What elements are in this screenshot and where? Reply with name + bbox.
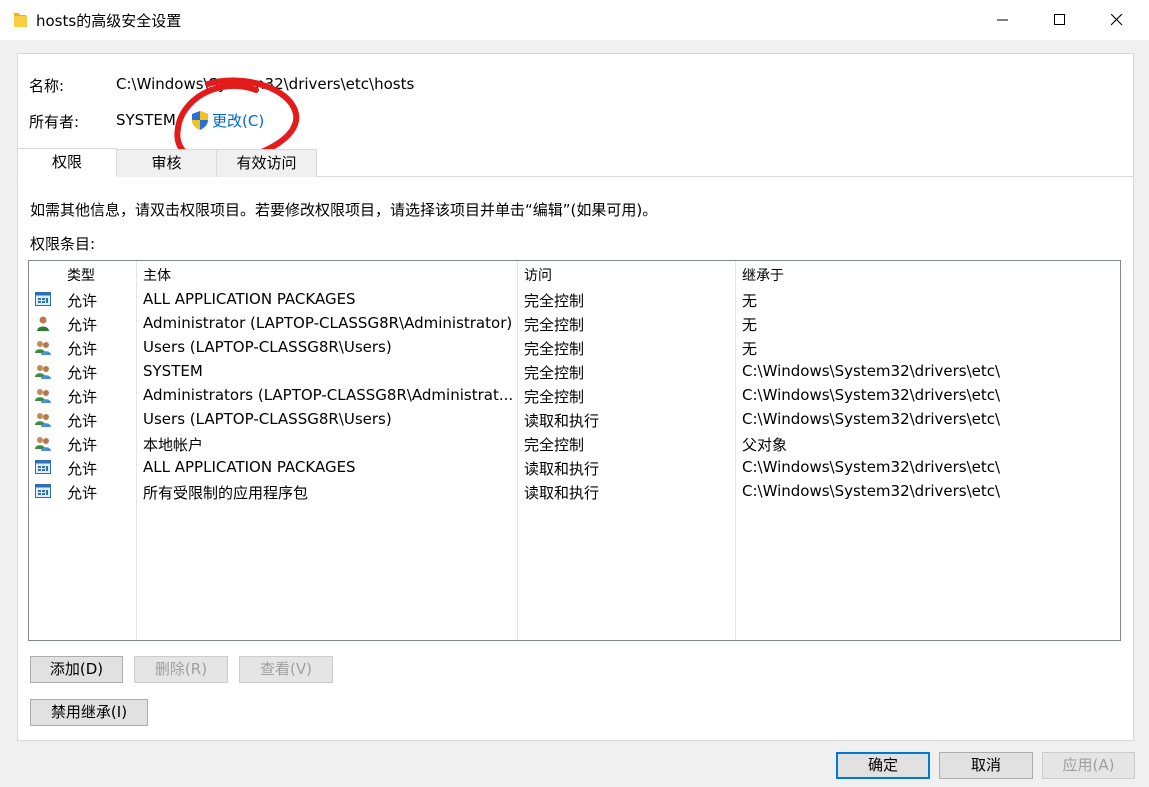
owner-label: 所有者: — [29, 113, 80, 131]
group-icon — [35, 387, 51, 403]
entry-type: 允许 — [67, 292, 98, 310]
remove-button[interactable]: 删除(R) — [134, 656, 228, 683]
app-package-icon — [35, 483, 51, 499]
column-header-inherited-from[interactable]: 继承于 — [742, 265, 784, 285]
owner-value: SYSTEM — [116, 111, 176, 129]
permission-row[interactable]: 允许 Administrators (LAPTOP-CLASSG8R\Admini… — [29, 383, 1120, 407]
tab-auditing[interactable]: 审核 — [116, 149, 217, 177]
permission-row[interactable]: 允许 Users (LAPTOP-CLASSG8R\Users) 完全控制 无 — [29, 335, 1120, 359]
cancel-button[interactable]: 取消 — [939, 752, 1033, 779]
entry-type: 允许 — [67, 460, 98, 478]
entry-inherited-from: C:\Windows\System32\drivers\etc\ — [742, 482, 1001, 500]
group-icon — [35, 411, 51, 427]
entry-principal: ALL APPLICATION PACKAGES — [143, 290, 356, 308]
title-bar: hosts的高级安全设置 — [0, 0, 1149, 40]
entry-access: 读取和执行 — [524, 484, 600, 502]
permission-row[interactable]: 允许 Administrator (LAPTOP-CLASSG8R\Adminis… — [29, 311, 1120, 335]
entry-type: 允许 — [67, 340, 98, 358]
entry-inherited-from: 父对象 — [742, 436, 788, 454]
permission-entries-list[interactable]: 类型 主体 访问 继承于 允许 ALL APPLICATION PACKAGES 完… — [28, 260, 1121, 641]
entry-access: 完全控制 — [524, 340, 585, 358]
entry-access: 完全控制 — [524, 436, 585, 454]
entry-principal: 本地帐户 — [143, 436, 204, 454]
maximize-button[interactable] — [1033, 0, 1087, 40]
maximize-icon — [1054, 14, 1065, 25]
ok-button[interactable]: 确定 — [836, 752, 930, 779]
permission-row[interactable]: 允许 SYSTEM 完全控制 C:\Windows\System32\drivers\… — [29, 359, 1120, 383]
entry-type: 允许 — [67, 436, 98, 454]
entry-inherited-from: C:\Windows\System32\drivers\etc\ — [742, 410, 1001, 428]
name-label: 名称: — [29, 77, 65, 95]
close-button[interactable] — [1090, 0, 1144, 40]
entry-principal: ALL APPLICATION PACKAGES — [143, 458, 356, 476]
entry-inherited-from: 无 — [742, 316, 758, 334]
tab-effective-access[interactable]: 有效访问 — [216, 149, 317, 177]
entry-type: 允许 — [67, 388, 98, 406]
entry-access: 完全控制 — [524, 388, 585, 406]
entry-principal: Users (LAPTOP-CLASSG8R\Users) — [143, 338, 392, 356]
apply-button[interactable]: 应用(A) — [1042, 752, 1135, 779]
object-path: C:\Windows\System32\drivers\etc\hosts — [116, 75, 415, 93]
group-icon — [35, 363, 51, 379]
entry-inherited-from: C:\Windows\System32\drivers\etc\ — [742, 362, 1001, 380]
group-icon — [35, 339, 51, 355]
app-package-icon — [35, 291, 51, 307]
entry-access: 完全控制 — [524, 292, 585, 310]
disable-inheritance-button[interactable]: 禁用继承(I) — [30, 699, 148, 726]
user-icon — [35, 315, 51, 331]
entry-access: 完全控制 — [524, 364, 585, 382]
minimize-icon — [997, 19, 1008, 21]
entry-type: 允许 — [67, 316, 98, 334]
entry-access: 读取和执行 — [524, 412, 600, 430]
change-owner-link[interactable]: 更改(C) — [191, 109, 264, 131]
entry-inherited-from: C:\Windows\System32\drivers\etc\ — [742, 386, 1001, 404]
entry-inherited-from: 无 — [742, 340, 758, 358]
view-button[interactable]: 查看(V) — [239, 656, 333, 683]
close-icon — [1111, 14, 1123, 26]
entry-principal: SYSTEM — [143, 362, 203, 380]
group-icon — [35, 435, 51, 451]
permission-row[interactable]: 允许 ALL APPLICATION PACKAGES 读取和执行 C:\Window… — [29, 455, 1120, 479]
app-package-icon — [35, 459, 51, 475]
add-button[interactable]: 添加(D) — [30, 656, 123, 683]
permission-entries-label: 权限条目: — [30, 235, 96, 253]
entry-principal: Users (LAPTOP-CLASSG8R\Users) — [143, 410, 392, 428]
entry-access: 完全控制 — [524, 316, 585, 334]
entry-type: 允许 — [67, 412, 98, 430]
entry-inherited-from: 无 — [742, 292, 758, 310]
entry-principal: Administrators (LAPTOP-CLASSG8R\Administ… — [143, 386, 514, 404]
column-header-access[interactable]: 访问 — [524, 265, 552, 285]
entry-access: 读取和执行 — [524, 460, 600, 478]
entry-type: 允许 — [67, 364, 98, 382]
tab-permissions[interactable]: 权限 — [17, 148, 117, 177]
permission-row[interactable]: 允许 所有受限制的应用程序包 读取和执行 C:\Windows\System32\dr… — [29, 479, 1120, 503]
uac-shield-icon — [192, 110, 208, 130]
folder-icon — [14, 13, 27, 27]
change-owner-label: 更改(C) — [212, 111, 265, 130]
entry-principal: Administrator (LAPTOP-CLASSG8R\Administr… — [143, 314, 513, 332]
window-title: hosts的高级安全设置 — [36, 12, 182, 30]
permission-row[interactable]: 允许 Users (LAPTOP-CLASSG8R\Users) 读取和执行 C:\W… — [29, 407, 1120, 431]
column-header-principal[interactable]: 主体 — [143, 265, 171, 285]
permission-row[interactable]: 允许 ALL APPLICATION PACKAGES 完全控制 无 — [29, 287, 1120, 311]
column-header-type[interactable]: 类型 — [67, 265, 95, 285]
permission-row[interactable]: 允许 本地帐户 完全控制 父对象 — [29, 431, 1120, 455]
info-text: 如需其他信息，请双击权限项目。若要修改权限项目，请选择该项目并单击“编辑”(如果… — [30, 201, 658, 219]
minimize-button[interactable] — [976, 0, 1030, 40]
entry-type: 允许 — [67, 484, 98, 502]
entry-inherited-from: C:\Windows\System32\drivers\etc\ — [742, 458, 1001, 476]
entry-principal: 所有受限制的应用程序包 — [143, 484, 309, 502]
